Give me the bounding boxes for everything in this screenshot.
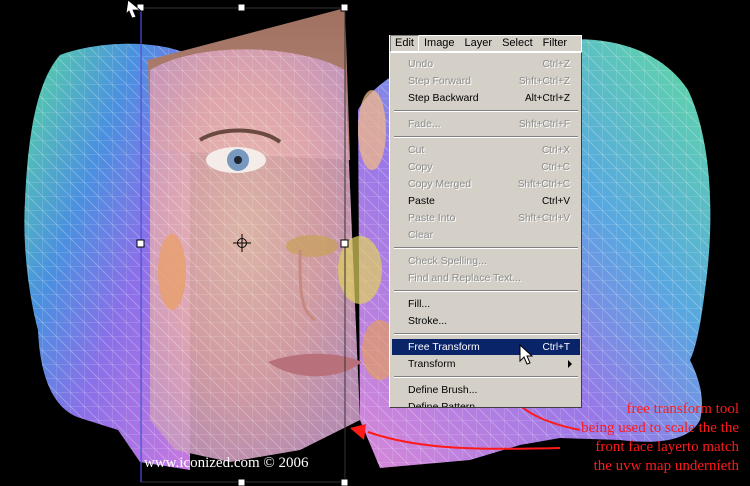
menu-item-label: Fill... bbox=[408, 298, 431, 310]
menu-edit[interactable]: Edit bbox=[390, 35, 419, 52]
menu-item-label: Step Forward bbox=[408, 75, 472, 87]
menu-item-check-spelling[interactable]: Check Spelling... bbox=[392, 253, 580, 269]
menu-separator bbox=[394, 110, 578, 112]
menu-item-label: Clear bbox=[408, 229, 434, 241]
menu-item-shortcut: Shft+Ctrl+V bbox=[518, 212, 570, 224]
caption-line: front face layerto match bbox=[595, 439, 739, 455]
menu-item-shortcut: Shft+Ctrl+Z bbox=[518, 75, 570, 87]
menu-item-define-brush[interactable]: Define Brush... bbox=[392, 382, 580, 398]
menu-item-label: Define Pattern... bbox=[408, 401, 484, 408]
menu-item-label: Check Spelling... bbox=[408, 255, 487, 267]
menu-item-transform[interactable]: Transform bbox=[392, 356, 580, 372]
menu-item-clear[interactable]: Clear bbox=[392, 227, 580, 243]
menu-item-label: Free Transform bbox=[408, 341, 480, 353]
watermark-text: www.iconized.com © 2006 bbox=[144, 455, 309, 471]
menu-item-shortcut: Alt+Ctrl+Z bbox=[524, 92, 570, 104]
menu-separator bbox=[394, 247, 578, 249]
caption-line: the uvw map underníeth bbox=[593, 458, 739, 474]
edit-menu-dropdown: Undo Ctrl+Z Step Forward Shft+Ctrl+Z Step Ba… bbox=[389, 52, 582, 408]
menu-item-shortcut: Ctrl+Z bbox=[542, 58, 571, 70]
menu-item-fade[interactable]: Fade... Shft+Ctrl+F bbox=[392, 116, 580, 132]
submenu-arrow-icon bbox=[568, 360, 572, 368]
menu-item-copy[interactable]: Copy Ctrl+C bbox=[392, 159, 580, 175]
menu-item-find-and-replace-text[interactable]: Find and Replace Text... bbox=[392, 270, 580, 286]
menu-item-label: Fade... bbox=[408, 118, 441, 130]
menu-item-shortcut: Ctrl+X bbox=[541, 144, 570, 156]
menu-layer[interactable]: Layer bbox=[460, 36, 498, 51]
menu-item-label: Define Brush... bbox=[408, 384, 478, 396]
menu-select[interactable]: Select bbox=[497, 36, 538, 51]
menu-separator bbox=[394, 376, 578, 378]
menu-separator bbox=[394, 136, 578, 138]
menu-item-label: Copy bbox=[408, 161, 433, 173]
menu-image[interactable]: Image bbox=[419, 36, 460, 51]
menu-item-shortcut: Ctrl+V bbox=[541, 195, 570, 207]
menu-separator bbox=[394, 290, 578, 292]
menu-item-shortcut: Shft+Ctrl+C bbox=[517, 178, 570, 190]
menu-item-copy-merged[interactable]: Copy Merged Shft+Ctrl+C bbox=[392, 176, 580, 192]
menu-item-cut[interactable]: Cut Ctrl+X bbox=[392, 142, 580, 158]
menu-item-label: Copy Merged bbox=[408, 178, 472, 190]
caption-line: being used to scale the the bbox=[581, 420, 739, 436]
caption-line: free transform tool bbox=[626, 401, 739, 417]
menu-item-label: Undo bbox=[408, 58, 434, 70]
mouse-pointer-icon bbox=[519, 344, 534, 365]
menu-item-undo[interactable]: Undo Ctrl+Z bbox=[392, 56, 580, 72]
menu-item-shortcut: Shft+Ctrl+F bbox=[518, 118, 570, 130]
menu-item-label: Cut bbox=[408, 144, 425, 156]
menu-item-label: Stroke... bbox=[408, 315, 448, 327]
menu-item-stroke[interactable]: Stroke... bbox=[392, 313, 580, 329]
menu-item-paste-into[interactable]: Paste Into Shft+Ctrl+V bbox=[392, 210, 580, 226]
menu-item-label: Find and Replace Text... bbox=[408, 272, 522, 284]
menu-separator bbox=[394, 333, 578, 335]
menu-item-label: Transform bbox=[408, 358, 456, 370]
menu-bar: Edit Image Layer Select Filter bbox=[389, 35, 582, 52]
move-cursor-icon bbox=[125, 0, 142, 19]
menu-item-label: Paste Into bbox=[408, 212, 456, 224]
menu-item-step-backward[interactable]: Step Backward Alt+Ctrl+Z bbox=[392, 90, 580, 106]
menu-item-label: Step Backward bbox=[408, 92, 479, 104]
menu-item-paste[interactable]: Paste Ctrl+V bbox=[392, 193, 580, 209]
menu-filter[interactable]: Filter bbox=[538, 36, 572, 51]
menu-item-step-forward[interactable]: Step Forward Shft+Ctrl+Z bbox=[392, 73, 580, 89]
annotation-caption: free transform tool being used to scale t… bbox=[479, 400, 739, 476]
menu-item-shortcut: Ctrl+C bbox=[541, 161, 570, 173]
menu-item-free-transform[interactable]: Free Transform Ctrl+T bbox=[392, 339, 580, 355]
ear bbox=[158, 234, 186, 310]
menu-item-fill[interactable]: Fill... bbox=[392, 296, 580, 312]
menu-item-label: Paste bbox=[408, 195, 435, 207]
menu-item-shortcut: Ctrl+T bbox=[542, 341, 571, 353]
